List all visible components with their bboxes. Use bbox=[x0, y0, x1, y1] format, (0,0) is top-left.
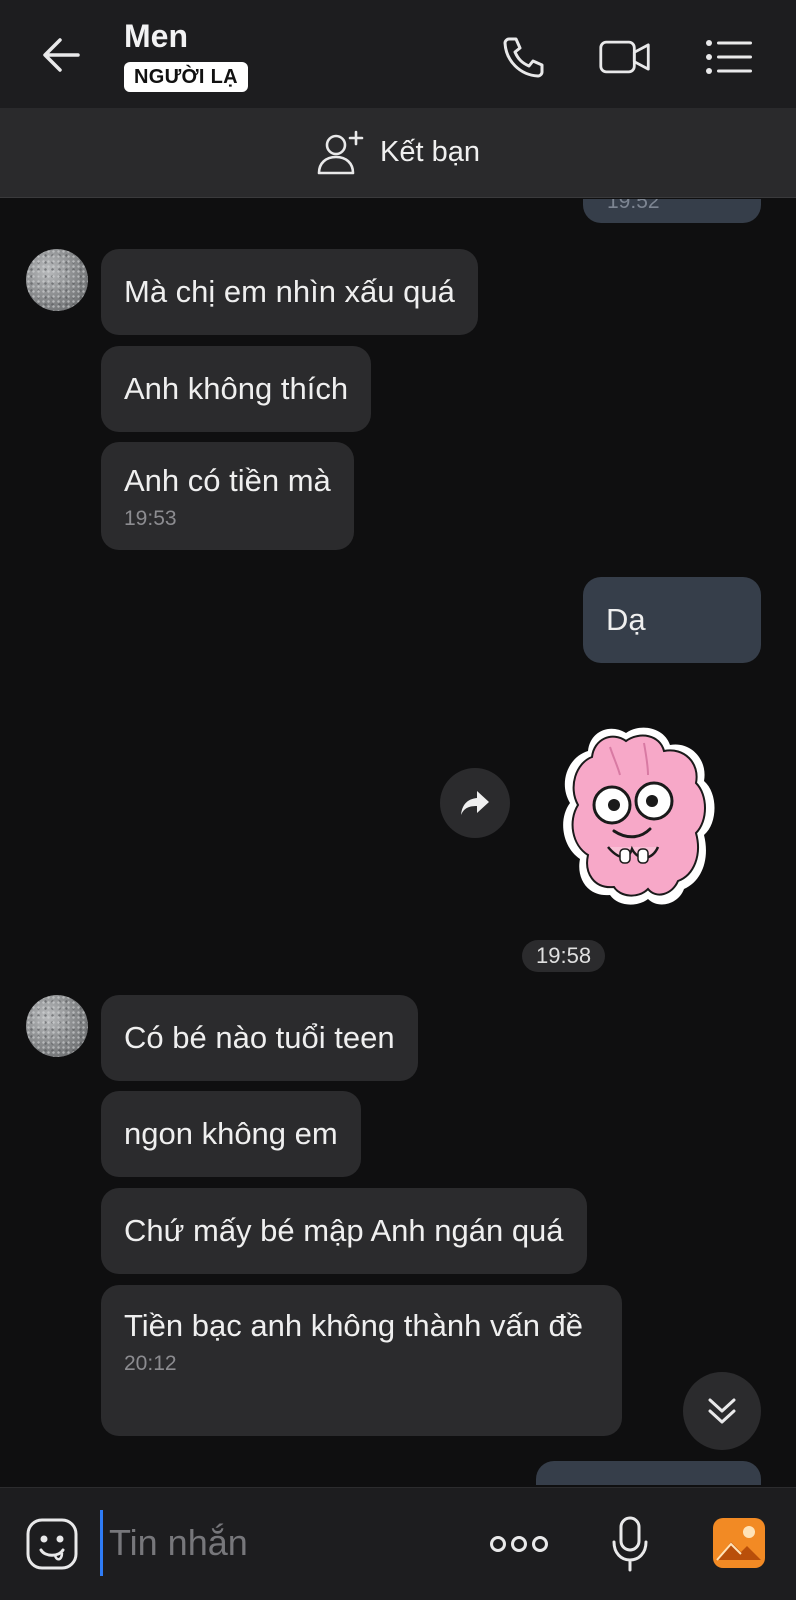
message-bubble-outgoing[interactable]: Dạ bbox=[583, 577, 761, 663]
chat-header: Men NGƯỜI LẠ bbox=[0, 0, 796, 108]
more-options-button[interactable] bbox=[488, 1518, 550, 1570]
message-input[interactable] bbox=[100, 1510, 470, 1576]
forward-icon bbox=[461, 791, 489, 815]
sticker-time-pill: 19:58 bbox=[522, 940, 606, 972]
emoji-button[interactable] bbox=[24, 1516, 80, 1572]
contact-avatar[interactable] bbox=[26, 995, 88, 1057]
menu-list-icon bbox=[706, 40, 752, 74]
message-bubble-incoming[interactable]: Tiền bạc anh không thành vấn đề 20:12 bbox=[101, 1285, 622, 1436]
microphone-icon bbox=[612, 1516, 648, 1572]
stranger-badge: NGƯỜI LẠ bbox=[124, 62, 248, 92]
back-button[interactable] bbox=[34, 28, 88, 82]
contact-avatar[interactable] bbox=[26, 249, 88, 311]
message-bubble-outgoing-partial[interactable]: 19:52 bbox=[583, 199, 761, 223]
add-friend-label: Kết bạn bbox=[380, 136, 480, 168]
message-time: 20:12 bbox=[124, 1352, 177, 1375]
send-image-button[interactable] bbox=[710, 1514, 768, 1572]
scroll-to-bottom-button[interactable] bbox=[683, 1372, 761, 1450]
more-dots-icon bbox=[490, 1536, 548, 1552]
video-call-button[interactable] bbox=[598, 30, 652, 84]
message-text: Có bé nào tuổi teen bbox=[124, 1020, 395, 1055]
message-bubble-incoming[interactable]: ngon không em bbox=[101, 1091, 361, 1177]
message-bubble-incoming[interactable]: Có bé nào tuổi teen bbox=[101, 995, 418, 1081]
forward-button[interactable] bbox=[440, 768, 510, 838]
message-composer bbox=[0, 1487, 796, 1600]
voice-record-button[interactable] bbox=[604, 1512, 656, 1576]
video-camera-icon bbox=[599, 40, 650, 74]
phone-icon bbox=[503, 37, 544, 78]
back-arrow-icon bbox=[43, 38, 80, 72]
message-text: Anh có tiền mà bbox=[124, 463, 331, 498]
add-friend-bar: Kết bạn bbox=[0, 108, 796, 198]
call-button[interactable] bbox=[496, 30, 550, 84]
message-time: 19:53 bbox=[124, 507, 177, 530]
message-bubble-incoming[interactable]: Mà chị em nhìn xấu quá bbox=[101, 249, 478, 335]
message-bubble-incoming[interactable]: Chứ mấy bé mập Anh ngán quá bbox=[101, 1188, 587, 1274]
emoji-icon bbox=[26, 1518, 78, 1570]
add-user-icon bbox=[317, 130, 364, 174]
message-list[interactable]: 19:52 Mà chị em nhìn xấu quá Anh không t… bbox=[0, 199, 796, 1485]
message-text: Mà chị em nhìn xấu quá bbox=[124, 274, 455, 309]
message-bubble-incoming[interactable]: Anh có tiền mà 19:53 bbox=[101, 442, 354, 550]
scroll-down-icon bbox=[708, 1398, 736, 1424]
message-text: Tiền bạc anh không thành vấn đề bbox=[124, 1308, 584, 1343]
message-time: 19:52 bbox=[607, 199, 660, 213]
message-bubble-incoming[interactable]: Anh không thích bbox=[101, 346, 372, 432]
pink-creature-sticker[interactable] bbox=[548, 719, 722, 915]
message-text: Dạ bbox=[606, 602, 646, 637]
add-friend-button[interactable]: Kết bạn bbox=[316, 129, 480, 177]
message-text: Anh không thích bbox=[124, 371, 349, 406]
image-icon bbox=[713, 1518, 765, 1568]
options-menu-button[interactable] bbox=[702, 30, 756, 84]
message-bubble-outgoing-partial[interactable] bbox=[536, 1461, 761, 1485]
contact-name[interactable]: Men bbox=[124, 18, 188, 55]
message-text: Chứ mấy bé mập Anh ngán quá bbox=[124, 1213, 564, 1248]
message-text: ngon không em bbox=[124, 1116, 338, 1151]
